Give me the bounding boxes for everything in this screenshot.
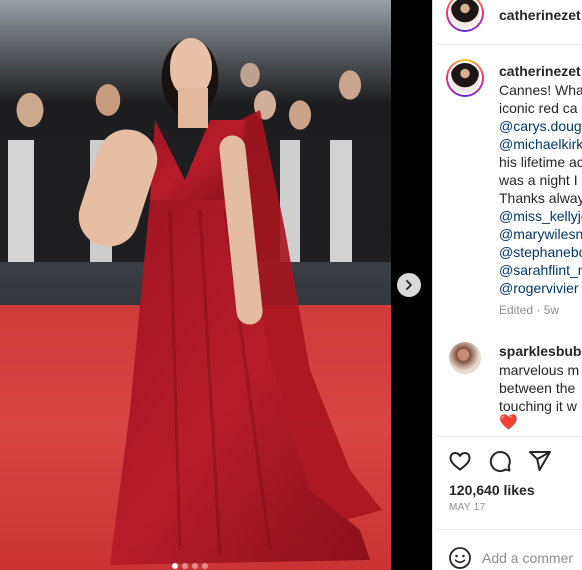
like-button[interactable]: [448, 449, 472, 473]
caption-line: was a night I: [499, 172, 578, 188]
panel-border: [432, 0, 433, 570]
caption-mention-link[interactable]: @miss_kellyjo: [499, 207, 582, 225]
carousel-dot: [172, 563, 178, 569]
emoji-icon[interactable]: [448, 546, 472, 570]
header-username[interactable]: catherinezet: [499, 7, 581, 23]
caption-text: Cannes! Wha iconic red ca @carys.doug @mich…: [499, 81, 582, 297]
caption-line: iconic red ca: [499, 100, 578, 116]
carousel-dot: [192, 563, 198, 569]
carousel-dot: [202, 563, 208, 569]
comment-icon: [489, 451, 511, 473]
comment-button[interactable]: [488, 449, 512, 473]
header-divider: [432, 44, 582, 45]
caption-line: his lifetime ac: [499, 154, 582, 170]
heart-icon: [449, 451, 471, 471]
carousel-next-button[interactable]: [397, 273, 421, 297]
comment-line: between the: [499, 380, 576, 396]
caption-mention-link[interactable]: @michaelkirk: [499, 135, 582, 153]
comment-line: marvelous m: [499, 362, 580, 378]
actions-divider: [432, 436, 582, 437]
add-comment-input[interactable]: [482, 550, 582, 566]
caption-line: Thanks alway: [499, 190, 582, 206]
add-comment-row: [448, 546, 582, 570]
share-icon: [529, 451, 551, 471]
caption-mention-link[interactable]: @rogervivier: [499, 279, 582, 297]
comment-emoji: ❤️: [499, 414, 518, 431]
caption-mention-link[interactable]: @marywilesn: [499, 225, 582, 243]
action-bar: [448, 449, 552, 473]
photo-neck: [178, 88, 208, 128]
comment-avatar[interactable]: [449, 342, 481, 374]
post-side-panel: catherinezet catherinezet Cannes! Wha ico…: [432, 0, 582, 570]
likes-count[interactable]: 120,640 likes: [449, 482, 535, 498]
comment-username[interactable]: sparklesbub: [499, 343, 581, 359]
caption-mention-link[interactable]: @sarahflint_n: [499, 261, 582, 279]
caption-mention-link[interactable]: @stephanebo: [499, 243, 582, 261]
carousel-dots: [172, 563, 208, 569]
share-button[interactable]: [528, 449, 552, 473]
caption-username[interactable]: catherinezet: [499, 63, 581, 79]
post-photo[interactable]: [0, 0, 391, 570]
chevron-right-icon: [406, 280, 412, 290]
post-header: catherinezet: [432, 0, 582, 34]
post-date: MAY 17: [449, 502, 486, 513]
caption-line: Cannes! Wha: [499, 82, 582, 98]
comment-box-divider: [432, 529, 582, 530]
caption-mention-link[interactable]: @carys.doug: [499, 117, 582, 135]
edited-timestamp[interactable]: Edited · 5w: [499, 303, 559, 317]
caption-avatar[interactable]: [450, 63, 480, 93]
carousel-dot: [182, 563, 188, 569]
comment-text: marvelous m between the touching it w: [499, 361, 579, 415]
